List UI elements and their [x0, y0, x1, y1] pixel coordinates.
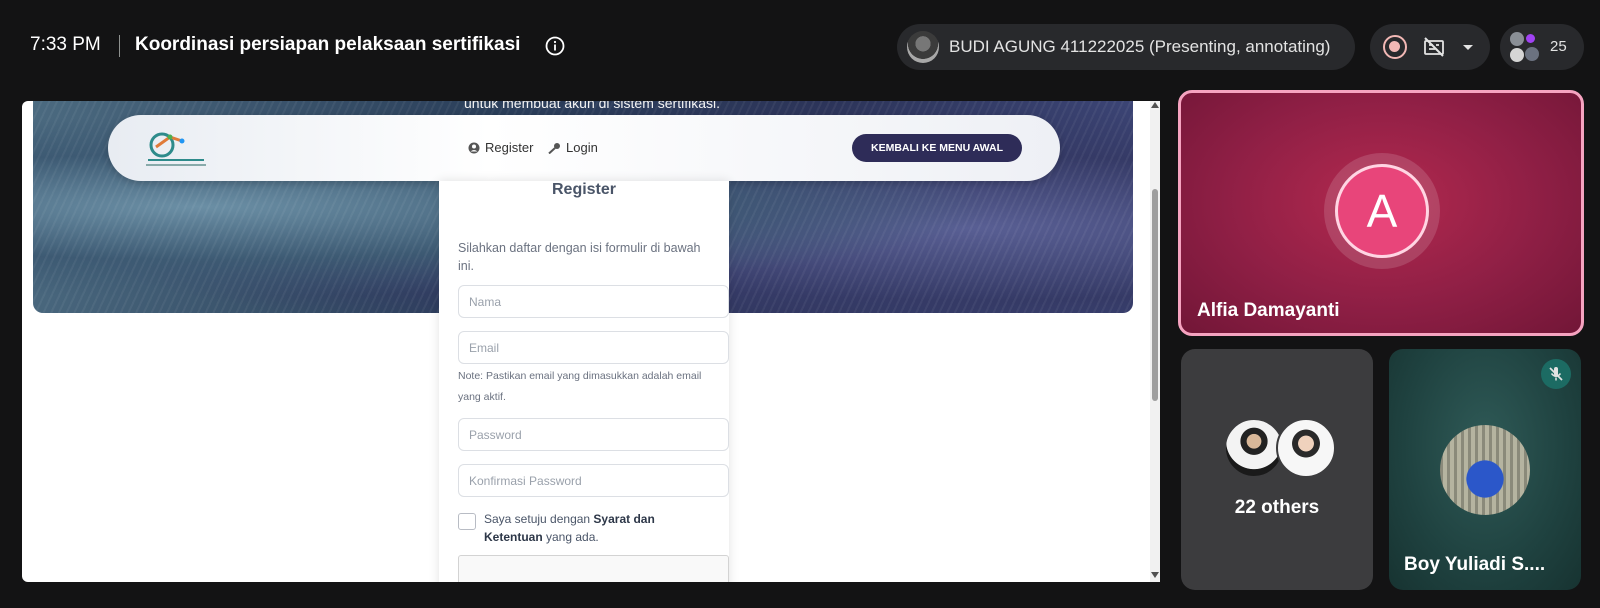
presenter-avatar — [907, 31, 939, 63]
site-navbar: Register Login KEMBALI KE MENU AWAL — [108, 115, 1060, 181]
register-title: Register — [551, 181, 617, 198]
terms-prefix: Saya setuju dengan — [484, 512, 594, 526]
scroll-up-arrow[interactable] — [1151, 102, 1159, 108]
speaker-tile[interactable]: A Alfia Damayanti — [1178, 90, 1584, 336]
terms-checkbox[interactable] — [458, 513, 476, 530]
divider — [119, 35, 120, 57]
email-field[interactable]: Email — [458, 331, 729, 364]
clock: 7:33 PM — [30, 34, 101, 55]
nav-register-label: Register — [485, 140, 534, 155]
speaker-avatar: A — [1335, 164, 1429, 258]
participants-button[interactable]: 25 — [1500, 24, 1584, 70]
terms-text: Saya setuju dengan Syarat dan Ketentuan … — [484, 510, 684, 546]
shared-screen-scrollbar[interactable] — [1150, 101, 1160, 582]
confirm-password-field[interactable]: Konfirmasi Password — [458, 464, 729, 497]
speaker-name: Alfia Damayanti — [1197, 300, 1340, 321]
register-card: Register Silahkan daftar dengan isi form… — [439, 181, 729, 582]
info-icon[interactable] — [545, 36, 565, 56]
user-icon — [468, 142, 480, 153]
terms-suffix: yang ada. — [542, 530, 599, 544]
name-field[interactable]: Nama — [458, 285, 729, 318]
nav-login-label: Login — [566, 140, 598, 155]
scroll-thumb[interactable] — [1152, 189, 1158, 401]
recording-controls[interactable] — [1370, 24, 1490, 70]
presenter-chip[interactable]: BUDI AGUNG 411222025 (Presenting, annota… — [897, 24, 1355, 70]
meeting-topbar: 7:33 PM Koordinasi persiapan pelaksaan s… — [0, 0, 1600, 92]
boy-avatar — [1440, 425, 1530, 515]
back-to-menu-button[interactable]: KEMBALI KE MENU AWAL — [852, 134, 1022, 162]
nav-register-link[interactable]: Register — [468, 140, 533, 155]
register-description: Silahkan daftar dengan isi formulir di b… — [458, 241, 701, 273]
other-participant-avatar — [1224, 418, 1284, 478]
participant-avatars — [1510, 32, 1540, 62]
presenter-label: BUDI AGUNG 411222025 (Presenting, annota… — [949, 37, 1331, 56]
scroll-down-arrow[interactable] — [1151, 572, 1159, 578]
boy-name: Boy Yuliadi S.... — [1404, 554, 1546, 575]
meeting-title: Koordinasi persiapan pelaksaan sertifika… — [135, 34, 521, 55]
shared-screen: untuk membuat akun di sistem sertifikasi… — [22, 101, 1160, 582]
key-icon — [548, 142, 560, 154]
hero-text: untuk membuat akun di sistem sertifikasi… — [464, 101, 720, 111]
participant-tile-boy[interactable]: Boy Yuliadi S.... — [1389, 349, 1581, 590]
others-count-label: 22 others — [1234, 497, 1320, 518]
participant-count: 25 — [1550, 38, 1567, 55]
record-icon[interactable] — [1383, 35, 1407, 59]
email-note: Note: Pastikan email yang dimasukkan ada… — [458, 370, 702, 403]
password-field[interactable]: Password — [458, 418, 729, 451]
site-logo — [146, 132, 206, 166]
others-tile[interactable]: 22 others — [1181, 349, 1373, 590]
nav-login-link[interactable]: Login — [548, 140, 598, 155]
no-captions-icon[interactable] — [1422, 35, 1446, 59]
captcha-box[interactable] — [458, 555, 729, 582]
other-participant-avatar — [1276, 418, 1336, 478]
chevron-down-icon[interactable] — [1460, 39, 1476, 55]
mic-off-icon — [1541, 359, 1571, 389]
